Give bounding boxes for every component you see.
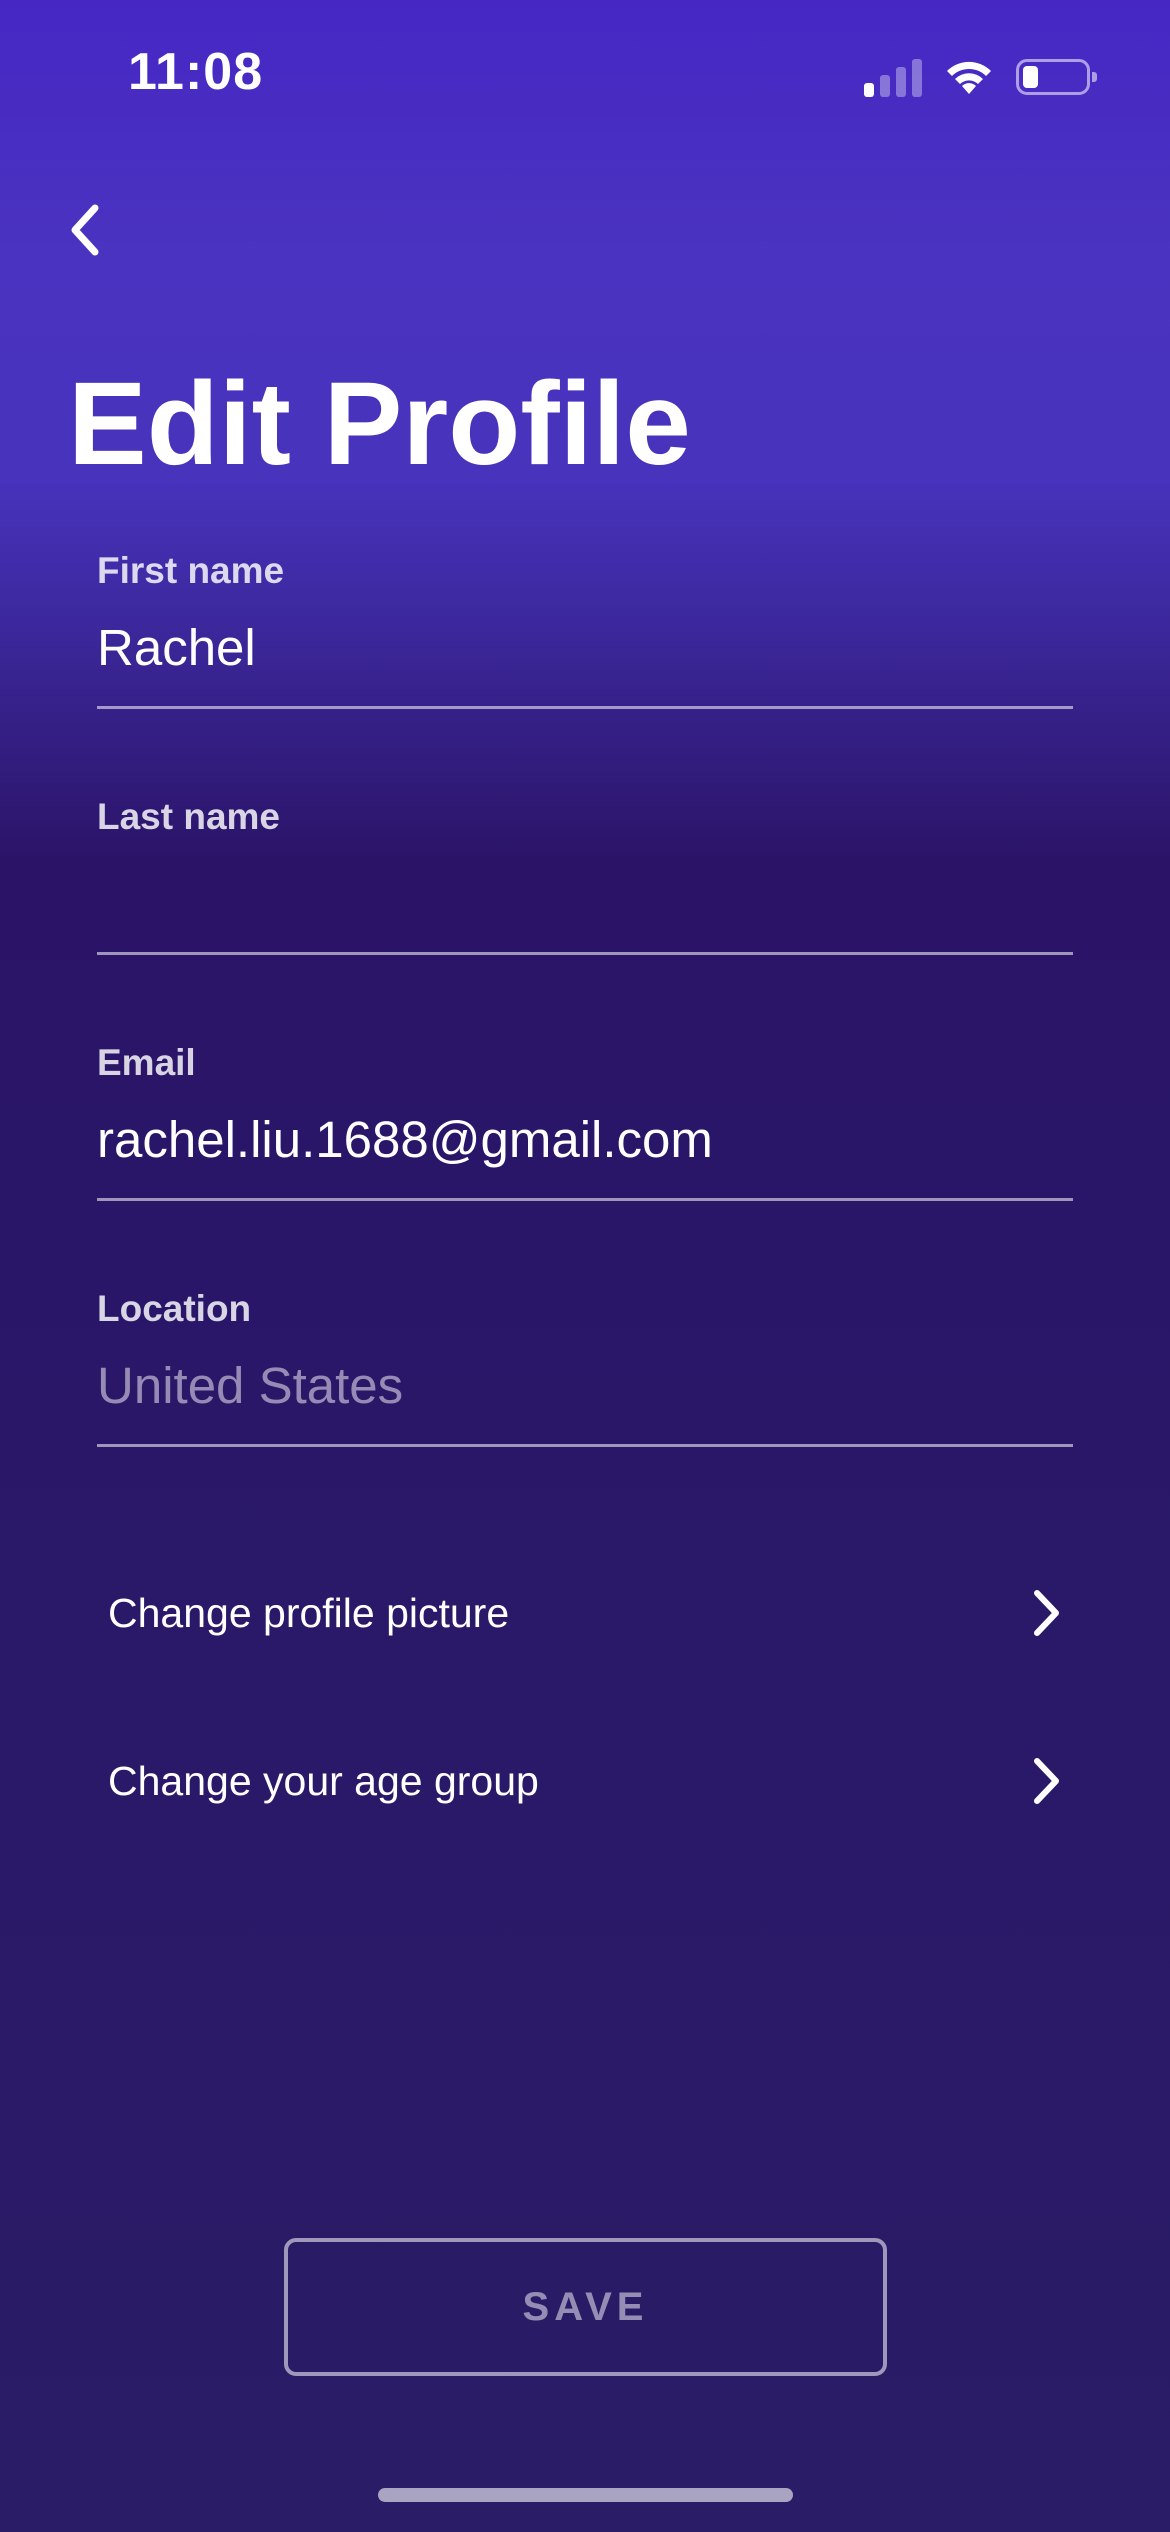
chevron-left-icon <box>71 204 99 256</box>
email-label: Email <box>97 1042 196 1083</box>
location-underline <box>97 1444 1073 1447</box>
last-name-input[interactable] <box>97 854 1073 932</box>
page-title: Edit Profile <box>68 358 691 490</box>
battery-icon <box>1016 59 1097 95</box>
change-profile-picture-label: Change profile picture <box>108 1589 510 1636</box>
first-name-input[interactable] <box>97 608 1073 686</box>
chevron-right-icon <box>1034 1590 1059 1636</box>
change-age-group-label: Change your age group <box>108 1757 539 1804</box>
save-button[interactable]: SAVE <box>284 2238 887 2376</box>
change-profile-picture-row[interactable]: Change profile picture <box>108 1558 1063 1668</box>
status-time: 11:08 <box>128 43 264 101</box>
cellular-signal-icon <box>864 57 922 97</box>
email-input[interactable] <box>97 1100 1073 1178</box>
first-name-label: First name <box>97 550 285 591</box>
chevron-right-icon <box>1034 1758 1059 1804</box>
location-label: Location <box>97 1288 252 1329</box>
last-name-underline <box>97 952 1073 955</box>
back-button[interactable] <box>50 190 120 270</box>
home-indicator[interactable] <box>378 2488 793 2502</box>
battery-level <box>1023 66 1038 88</box>
email-underline <box>97 1198 1073 1201</box>
first-name-underline <box>97 706 1073 709</box>
edit-profile-screen: 11:08 Edit Profile First name Las <box>0 0 1170 2532</box>
wifi-icon <box>947 61 991 94</box>
status-icons <box>864 52 1097 102</box>
last-name-label: Last name <box>97 796 281 837</box>
change-age-group-row[interactable]: Change your age group <box>108 1726 1063 1836</box>
location-input[interactable] <box>97 1346 1073 1424</box>
